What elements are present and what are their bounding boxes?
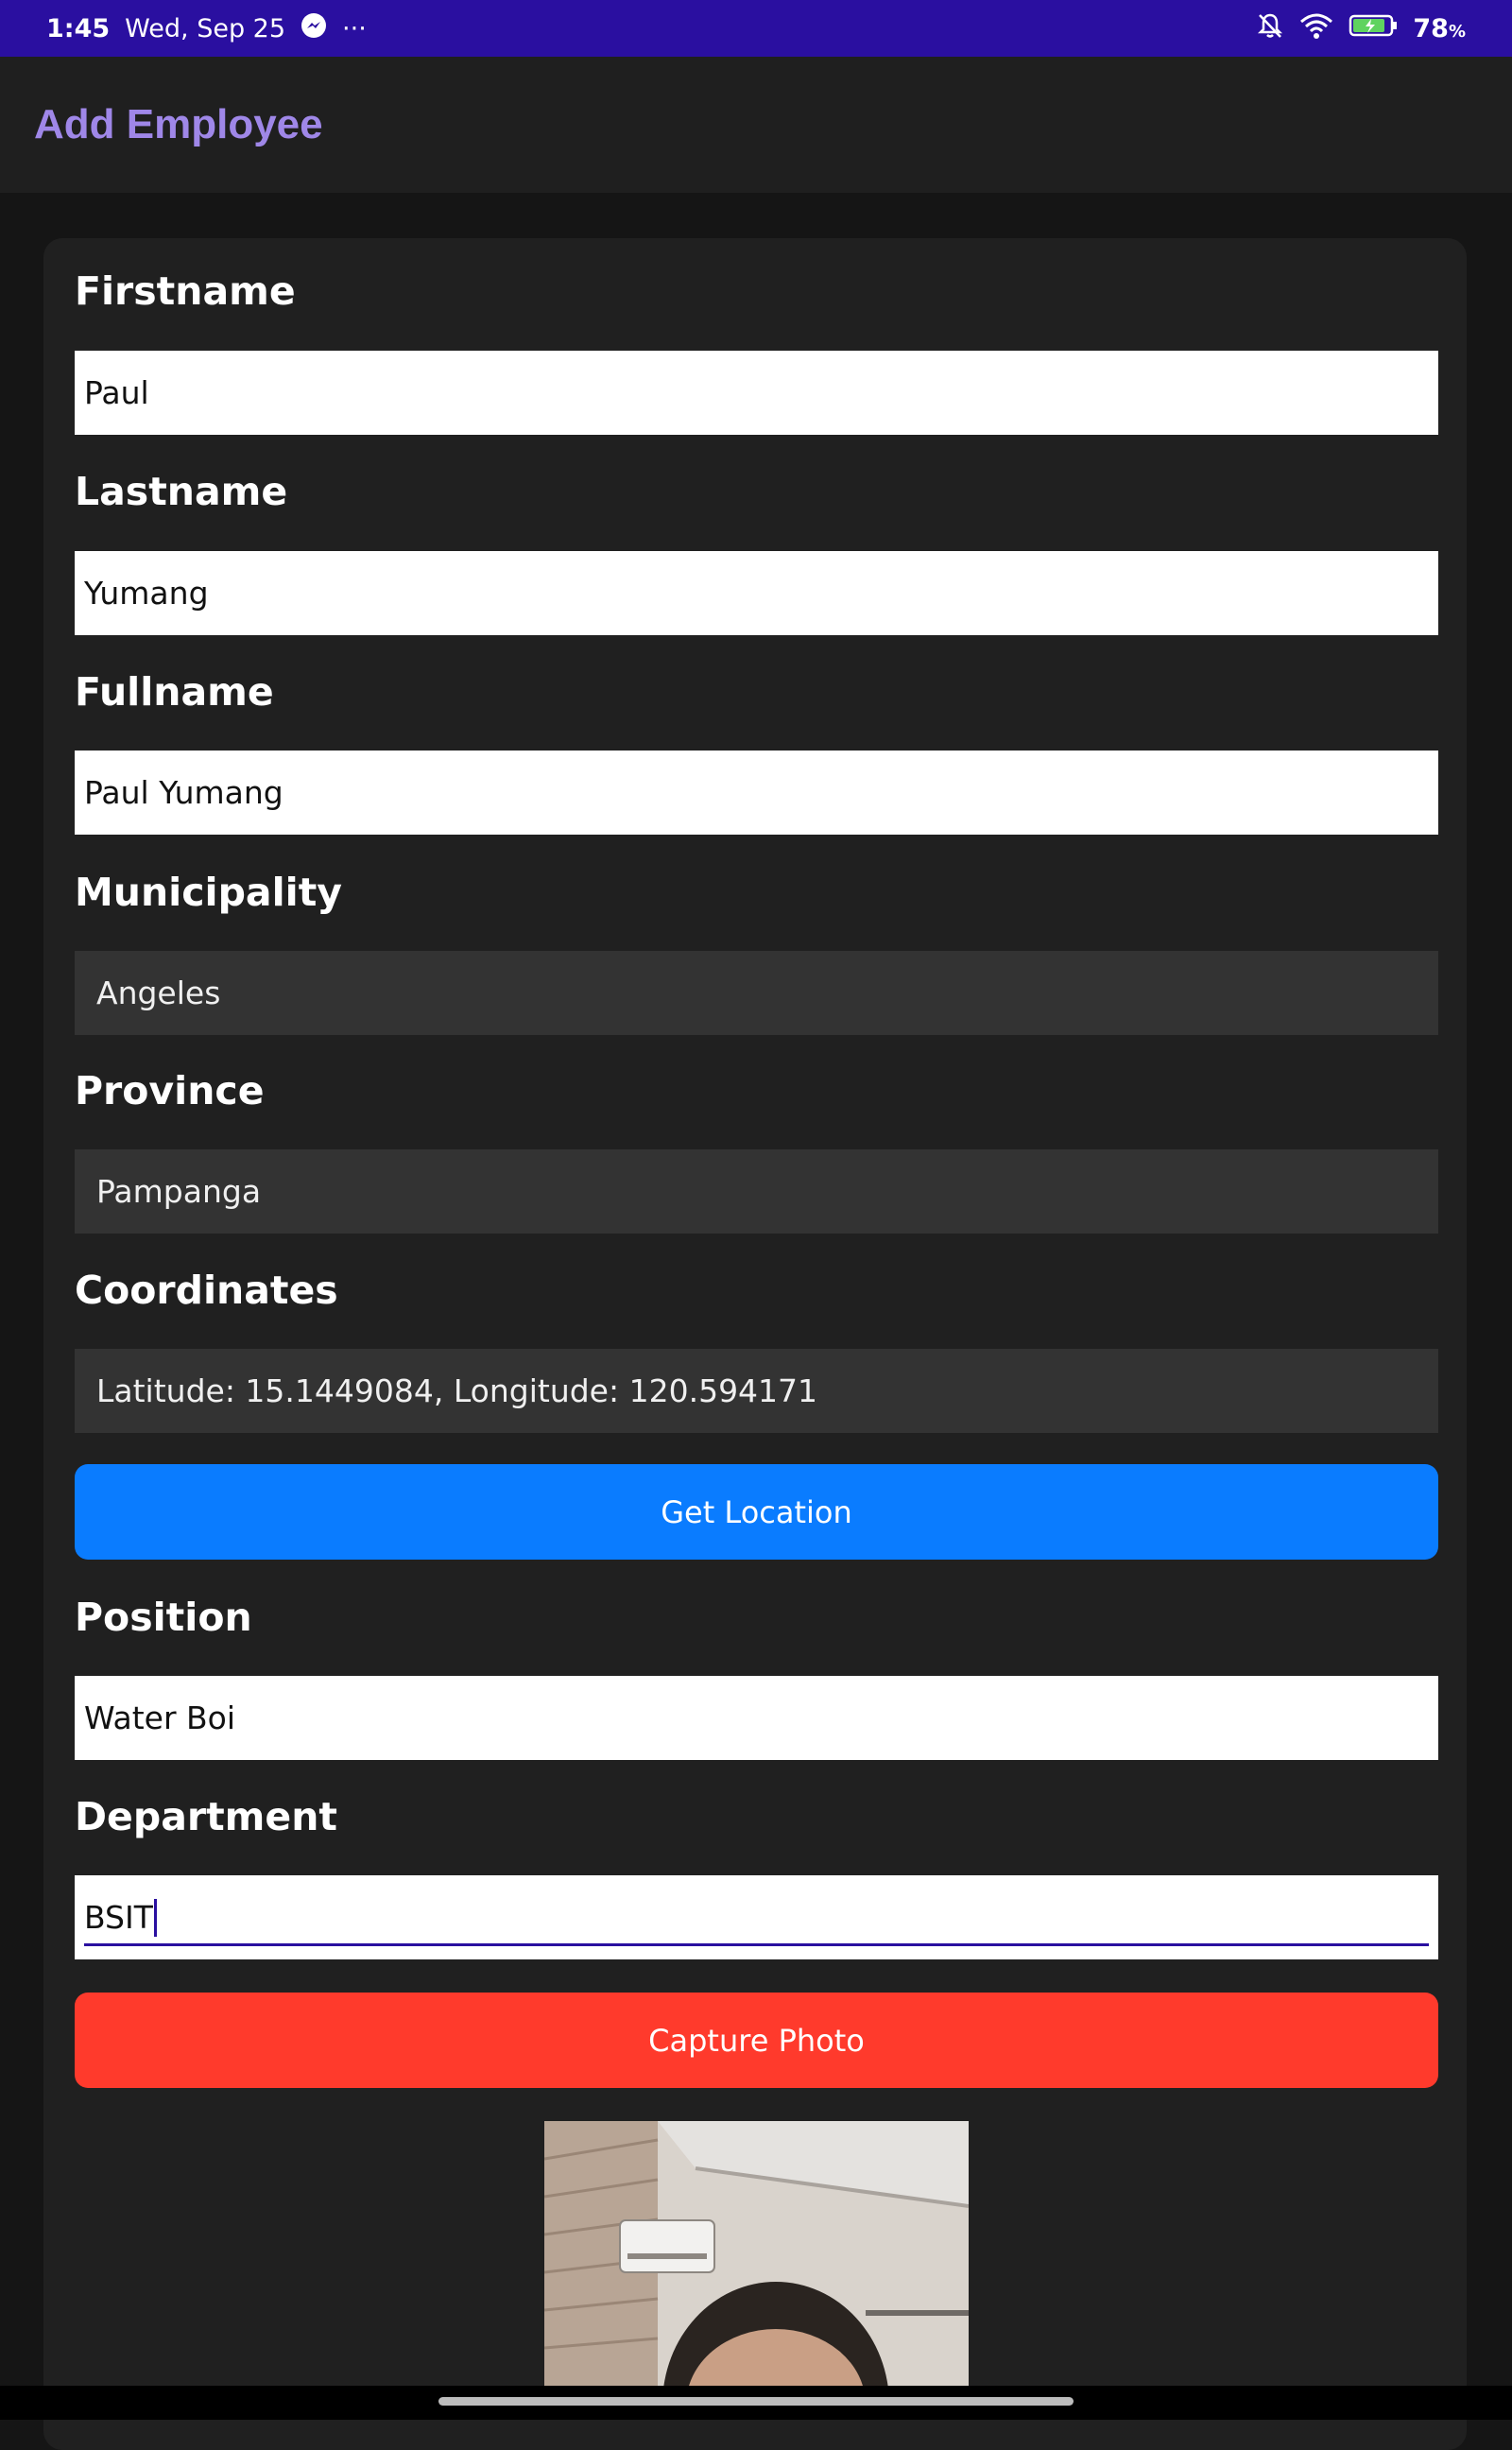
system-nav-bar: [0, 2386, 1512, 2420]
app-bar: Add Employee: [0, 57, 1512, 193]
position-label: Position: [75, 1595, 252, 1640]
municipality-label: Municipality: [75, 870, 343, 915]
firstname-label: Firstname: [75, 268, 296, 314]
department-value: BSIT: [84, 1899, 153, 1936]
home-gesture-handle[interactable]: [438, 2397, 1074, 2406]
province-value: Pampanga: [96, 1173, 262, 1210]
coordinates-label: Coordinates: [75, 1268, 338, 1313]
more-notifications-icon: ···: [342, 13, 367, 43]
battery-percent-unit: %: [1448, 21, 1466, 42]
province-field: Pampanga: [75, 1149, 1438, 1234]
lastname-label: Lastname: [75, 469, 288, 514]
municipality-field: Angeles: [75, 951, 1438, 1035]
position-value: Water Boi: [84, 1699, 236, 1736]
lastname-field[interactable]: Yumang: [75, 551, 1438, 635]
coordinates-value: Latitude: 15.1449084, Longitude: 120.594…: [96, 1372, 818, 1409]
coordinates-field: Latitude: 15.1449084, Longitude: 120.594…: [75, 1349, 1438, 1433]
municipality-value: Angeles: [96, 975, 221, 1011]
position-field[interactable]: Water Boi: [75, 1676, 1438, 1760]
lastname-value: Yumang: [84, 575, 209, 612]
battery-charging-icon: [1349, 12, 1398, 45]
messenger-icon: [301, 12, 327, 45]
firstname-value: Paul: [84, 374, 149, 411]
bell-off-icon: [1256, 11, 1284, 46]
battery-percent: 78%: [1413, 14, 1466, 43]
battery-percent-value: 78: [1413, 13, 1449, 43]
department-field[interactable]: BSIT: [75, 1875, 1438, 1959]
fullname-value: Paul Yumang: [84, 774, 284, 811]
focus-underline: [84, 1943, 1429, 1946]
fullname-label: Fullname: [75, 669, 274, 715]
department-label: Department: [75, 1794, 337, 1839]
page-title: Add Employee: [34, 101, 323, 147]
firstname-field[interactable]: Paul: [75, 351, 1438, 435]
wifi-icon: [1299, 12, 1333, 45]
get-location-button[interactable]: Get Location: [75, 1464, 1438, 1560]
capture-photo-button[interactable]: Capture Photo: [75, 1993, 1438, 2088]
captured-photo: [544, 2121, 969, 2386]
status-bar: 1:45 Wed, Sep 25 ··· 78%: [0, 0, 1512, 57]
fullname-field[interactable]: Paul Yumang: [75, 751, 1438, 835]
status-time: 1:45: [46, 13, 111, 43]
status-date: Wed, Sep 25: [125, 13, 286, 43]
text-cursor: [153, 1898, 157, 1937]
province-label: Province: [75, 1068, 265, 1113]
